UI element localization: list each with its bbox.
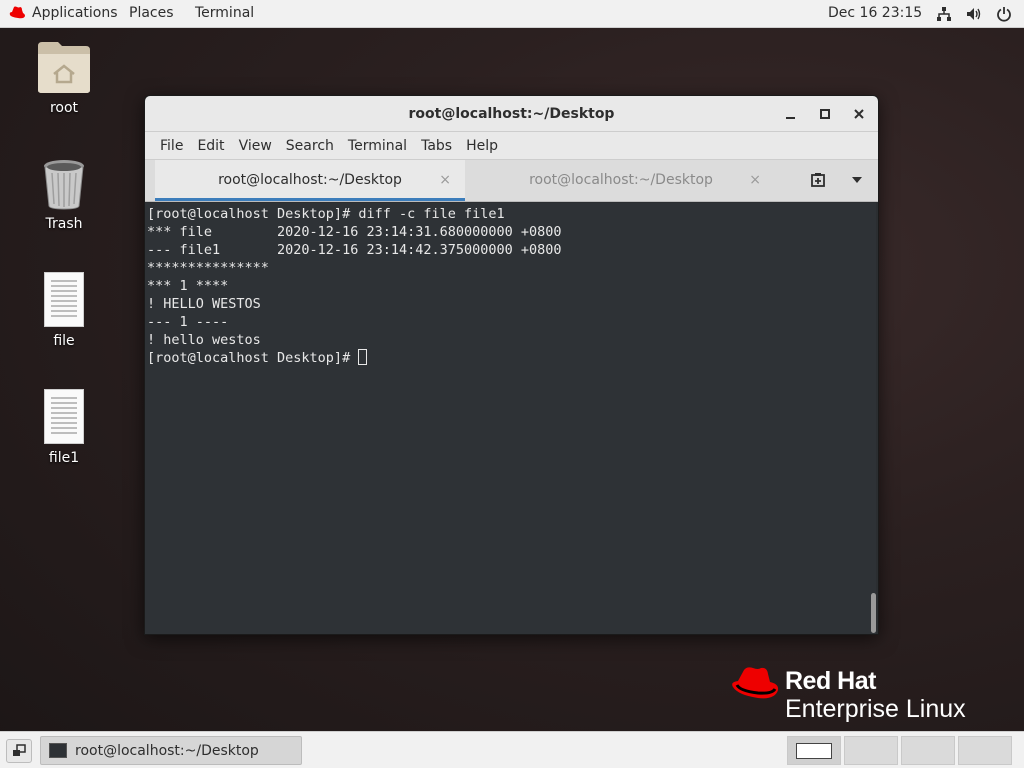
window-titlebar[interactable]: root@localhost:~/Desktop	[145, 96, 878, 132]
taskbar-window-button[interactable]: root@localhost:~/Desktop	[40, 736, 302, 765]
terminal-prompt: [root@localhost Desktop]#	[147, 350, 359, 366]
menu-view[interactable]: View	[232, 138, 279, 154]
redhat-hat-icon	[732, 667, 779, 699]
workspace-2[interactable]	[844, 736, 898, 765]
terminal-icon	[49, 743, 67, 758]
terminal-line: *** file 2020-12-16 23:14:31.680000000 +…	[147, 224, 562, 240]
minimize-icon[interactable]	[784, 107, 798, 121]
show-desktop-icon	[13, 744, 26, 756]
menu-file[interactable]: File	[153, 138, 190, 154]
home-folder-icon	[36, 40, 92, 94]
terminal-app-menu[interactable]: Terminal	[195, 5, 254, 21]
new-window-icon[interactable]	[810, 172, 826, 188]
desktop-icon-trash[interactable]: Trash	[19, 158, 109, 232]
workspace-switcher	[787, 736, 1012, 765]
redhat-brand-text: Red Hat	[785, 667, 876, 695]
tab-menu-chevron-down-icon[interactable]	[852, 177, 862, 183]
desktop-icon-file[interactable]: file	[19, 272, 109, 349]
tab-active[interactable]: root@localhost:~/Desktop ×	[155, 160, 465, 201]
desktop-icon-label: Trash	[45, 216, 83, 232]
tab-bar: root@localhost:~/Desktop × root@localhos…	[145, 160, 878, 202]
menu-terminal[interactable]: Terminal	[341, 138, 414, 154]
power-icon[interactable]	[996, 6, 1012, 22]
terminal-scrollbar[interactable]	[868, 203, 876, 634]
volume-icon[interactable]	[966, 6, 982, 22]
menu-edit[interactable]: Edit	[190, 138, 231, 154]
tab-inactive[interactable]: root@localhost:~/Desktop ×	[467, 160, 775, 201]
terminal-line: *** 1 ****	[147, 278, 229, 294]
workspace-4[interactable]	[958, 736, 1012, 765]
workspace-3[interactable]	[901, 736, 955, 765]
tab-close-icon[interactable]: ×	[749, 160, 761, 200]
menu-help[interactable]: Help	[459, 138, 505, 154]
trash-icon	[42, 158, 86, 210]
tab-close-icon[interactable]: ×	[439, 160, 451, 200]
workspace-window-thumbnail	[796, 743, 832, 759]
window-title: root@localhost:~/Desktop	[408, 106, 615, 122]
desktop-icon-label: file1	[48, 450, 80, 466]
applications-label: Applications	[32, 5, 118, 21]
maximize-icon[interactable]	[818, 107, 832, 121]
terminal-line: [root@localhost Desktop]# diff -c file f…	[147, 206, 505, 222]
show-desktop-button[interactable]	[6, 739, 32, 763]
taskbar-window-label: root@localhost:~/Desktop	[75, 743, 259, 759]
tab-label: root@localhost:~/Desktop	[218, 172, 402, 188]
terminal-line: ! hello westos	[147, 332, 261, 348]
network-icon[interactable]	[936, 6, 952, 22]
workspace-1[interactable]	[787, 736, 841, 765]
redhat-product-text: Enterprise Linux	[785, 695, 966, 723]
terminal-line: --- file1 2020-12-16 23:14:42.375000000 …	[147, 242, 562, 258]
terminal-line: ! HELLO WESTOS	[147, 296, 261, 312]
close-icon[interactable]	[852, 107, 866, 121]
top-bar: Applications Places Terminal Dec 16 23:1…	[0, 0, 1024, 28]
text-file-icon	[44, 389, 84, 444]
desktop-icon-file1[interactable]: file1	[19, 389, 109, 466]
terminal-line: --- 1 ----	[147, 314, 229, 330]
menu-bar: File Edit View Search Terminal Tabs Help	[145, 132, 878, 160]
desktop-icon-label: file	[53, 333, 75, 349]
terminal-line: ***************	[147, 260, 269, 276]
text-file-icon	[44, 272, 84, 327]
terminal-window: root@localhost:~/Desktop File Edit View …	[144, 95, 879, 635]
tab-label: root@localhost:~/Desktop	[529, 172, 713, 188]
redhat-hat-icon	[9, 6, 25, 19]
applications-menu[interactable]: Applications	[8, 5, 118, 21]
scrollbar-thumb[interactable]	[871, 593, 876, 633]
terminal-cursor	[358, 349, 368, 365]
redhat-logo: Red Hat Enterprise Linux	[730, 663, 990, 723]
terminal-prompt-line: [root@localhost Desktop]#	[147, 349, 868, 367]
terminal-output[interactable]: [root@localhost Desktop]# diff -c file f…	[145, 203, 870, 634]
desktop-icon-root[interactable]: root	[19, 40, 109, 116]
desktop-icon-label: root	[49, 100, 79, 116]
bottom-taskbar: root@localhost:~/Desktop	[0, 731, 1024, 768]
menu-tabs[interactable]: Tabs	[414, 138, 459, 154]
places-menu[interactable]: Places	[129, 5, 174, 21]
clock[interactable]: Dec 16 23:15	[828, 5, 922, 21]
menu-search[interactable]: Search	[279, 138, 341, 154]
